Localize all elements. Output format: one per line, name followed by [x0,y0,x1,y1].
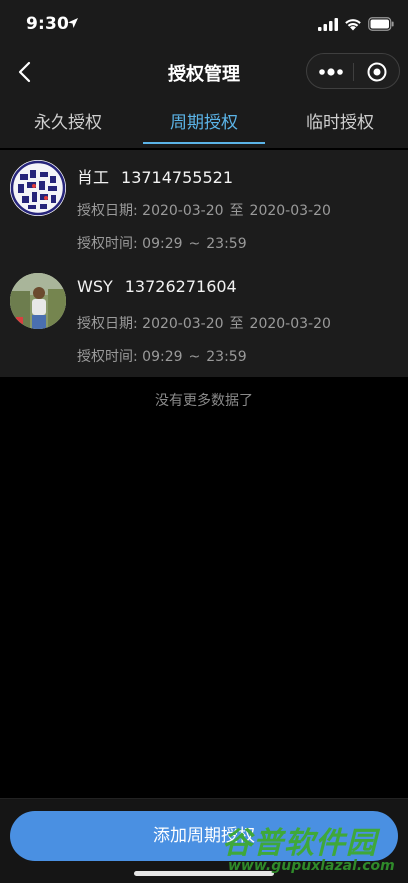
auth-date-label: 授权日期: [77,316,138,332]
list-item[interactable]: WSY 13726271604 授权日期: 2020-03-20 至 2020-03-… [0,263,408,376]
list-item[interactable]: 肖工 13714755521 授权日期: 2020-03-20 至 2020-03-2… [0,150,408,263]
time-separator: ~ [188,236,201,252]
auth-date-label: 授权日期: [77,203,138,219]
status-bar: 9:30 [0,0,408,50]
auth-time-start: 09:29 [142,349,183,365]
auth-time-start: 09:29 [142,236,183,252]
capsule-divider [353,63,354,81]
user-name-line: WSY 13726271604 [77,277,237,296]
user-name: 肖工 [77,168,110,187]
avatar [10,160,66,216]
no-more-data-text: 没有更多数据了 [155,393,253,409]
user-name: WSY [77,277,113,296]
tab-bar: 永久授权 周期授权 临时授权 [0,94,408,148]
close-target-icon[interactable] [357,57,397,87]
tab-periodic[interactable]: 周期授权 [136,108,272,133]
location-arrow-icon [68,18,78,28]
more-dots-icon[interactable] [311,57,351,87]
auth-date-end: 2020-03-20 [249,316,331,332]
active-tab-indicator [143,142,265,144]
nav-bar: 授权管理 [0,50,408,94]
avatar-photo-icon [10,273,66,329]
date-separator: 至 [229,316,244,332]
auth-date-start: 2020-03-20 [142,203,224,219]
date-separator: 至 [229,203,244,219]
auth-time-label: 授权时间: [77,349,138,365]
battery-icon [368,17,394,31]
watermark-title: 谷普软件园 [222,826,377,861]
auth-time-line: 授权时间: 09:29 ~23:59 [77,233,247,253]
auth-date-line: 授权日期: 2020-03-20 至 2020-03-20 [77,200,331,220]
auth-time-line: 授权时间: 09:29 ~23:59 [77,346,247,366]
mini-program-capsule [306,53,400,89]
cellular-signal-icon [318,18,338,31]
wifi-icon [345,19,361,31]
user-name-line: 肖工 13714755521 [77,164,233,188]
auth-date-line: 授权日期: 2020-03-20 至 2020-03-20 [77,313,331,333]
status-time: 9:30 [26,14,70,34]
time-separator: ~ [188,349,201,365]
user-phone: 13714755521 [121,168,233,187]
avatar-pattern-icon [10,160,66,216]
avatar [10,273,66,329]
authorization-list: 肖工 13714755521 授权日期: 2020-03-20 至 2020-03-2… [0,150,408,377]
auth-time-label: 授权时间: [77,236,138,252]
watermark-url: www.gupuxlazal.com [228,858,395,874]
user-phone: 13726271604 [124,277,237,296]
auth-time-end: 23:59 [206,236,247,252]
screen: 9:30 授权管理 永久授权 周期授权 临时授权 肖工 13714755521 … [0,0,408,883]
tab-permanent[interactable]: 永久授权 [0,108,136,133]
auth-time-end: 23:59 [206,349,247,365]
site-watermark: 谷普软件园 www.gupuxlazal.com [222,818,406,880]
auth-date-end: 2020-03-20 [249,203,331,219]
tab-temporary[interactable]: 临时授权 [272,108,408,133]
auth-date-start: 2020-03-20 [142,316,224,332]
